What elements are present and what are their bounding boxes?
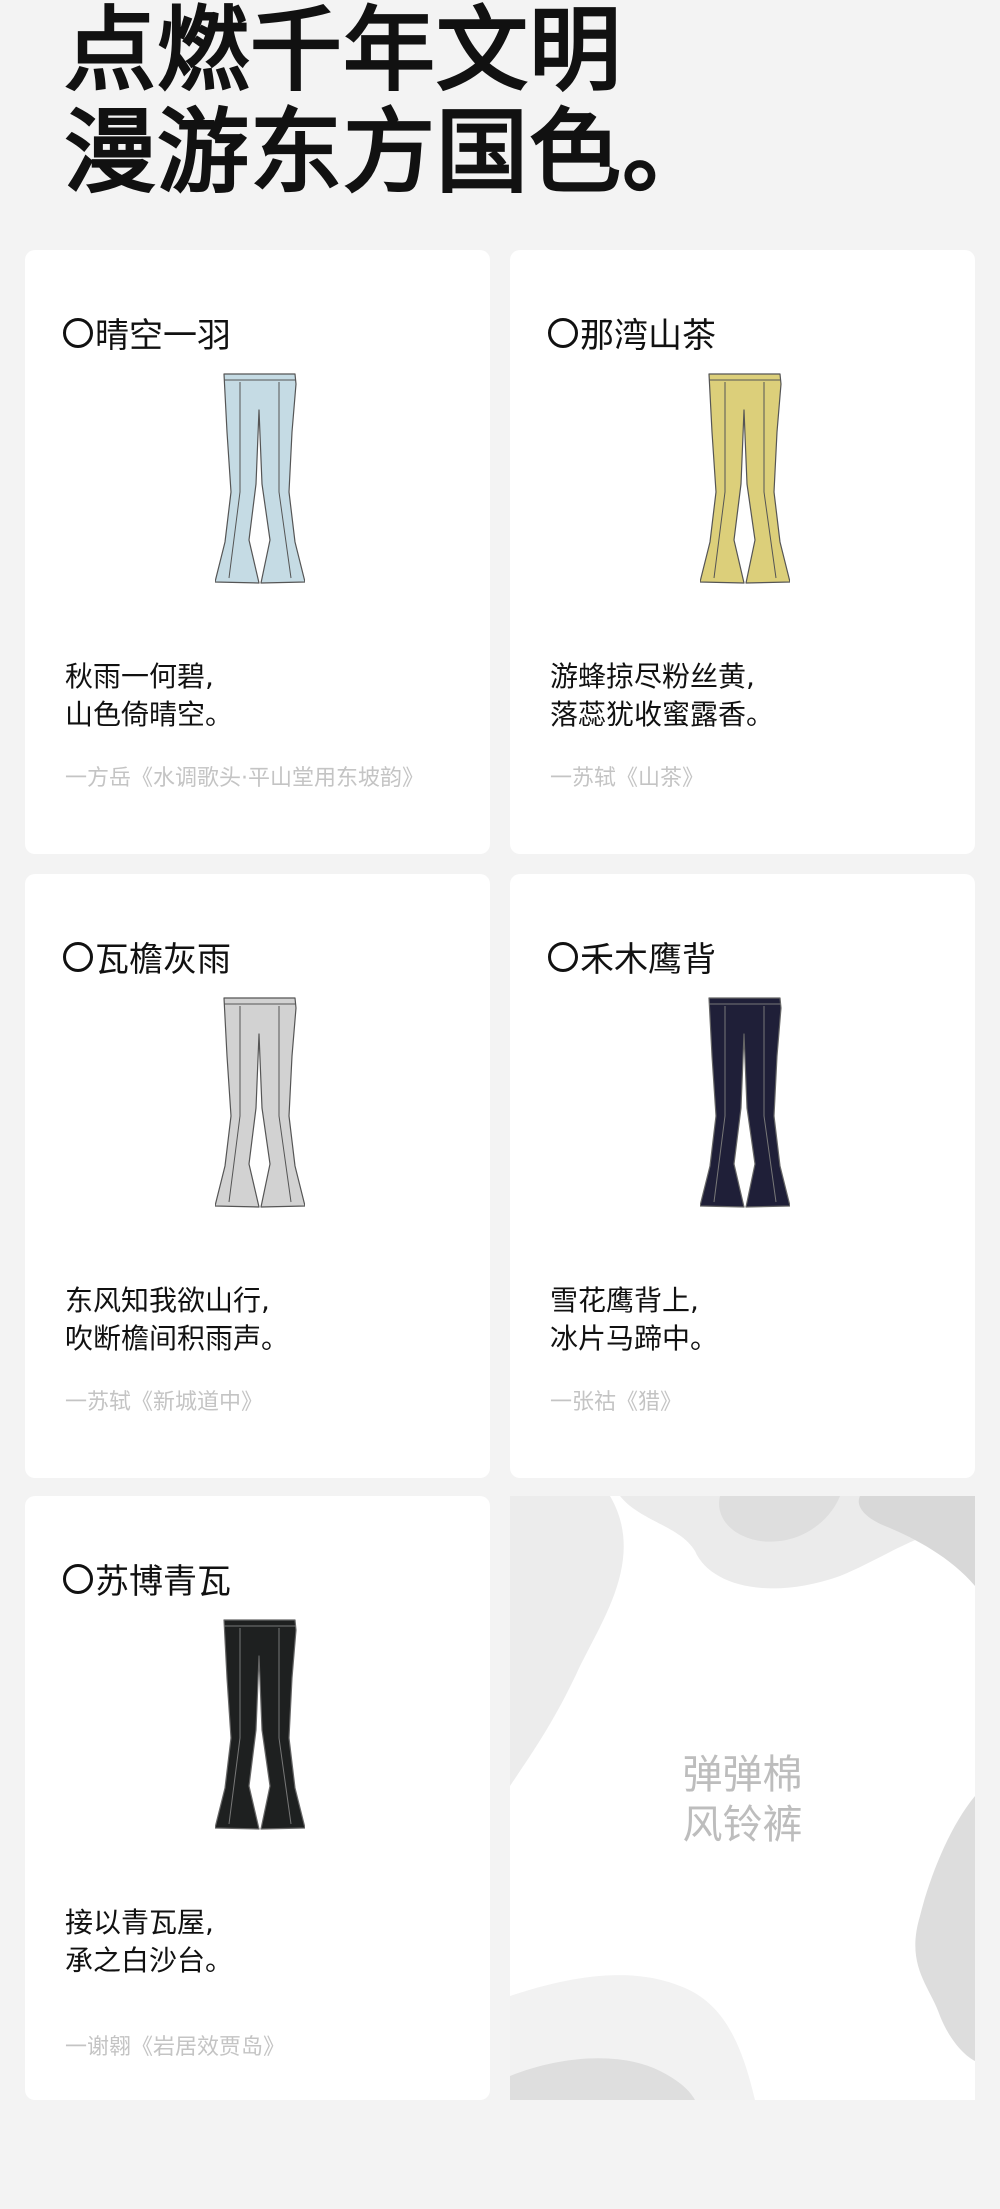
- poem-source: 一方岳《水调歌头·平山堂用东坡韵》: [65, 766, 424, 791]
- color-name: 瓦檐灰雨: [63, 932, 231, 981]
- poem: 东风知我欲山行, 吹断檐间积雨声。: [65, 1282, 289, 1358]
- color-name-text: 禾木鹰背: [580, 940, 716, 980]
- product-name: 弹弹棉 风铃裤: [510, 1750, 975, 1850]
- headline-line-1: 点燃千年文明: [64, 0, 623, 104]
- poem-source: 一谢翱《岩居效贾岛》: [65, 2035, 286, 2060]
- poem-line-2: 吹断檐间积雨声。: [65, 1322, 290, 1355]
- circle-icon: [63, 1563, 93, 1594]
- poem-source: 一张祜《猎》: [550, 1390, 683, 1415]
- circle-icon: [63, 941, 93, 972]
- poem-line-1: 游蜂掠尽粉丝黄,: [550, 660, 755, 693]
- color-name-text: 晴空一羽: [95, 316, 231, 356]
- color-card-4[interactable]: 禾木鹰背 雪花鹰背上, 冰片马蹄中。 一张祜《猎》: [510, 874, 975, 1478]
- color-name: 那湾山茶: [548, 308, 716, 357]
- circle-icon: [548, 941, 578, 972]
- color-name-text: 那湾山茶: [580, 316, 716, 356]
- circle-icon: [548, 317, 578, 348]
- poem-line-2: 冰片马蹄中。: [550, 1322, 719, 1355]
- flare-pants-icon: [215, 997, 305, 1208]
- poem-line-2: 落蕊犹收蜜露香。: [550, 698, 775, 731]
- product-name-line-1: 弹弹棉: [682, 1752, 803, 1798]
- product-promo-tile: 弹弹棉 风铃裤: [510, 1496, 975, 2100]
- color-name: 禾木鹰背: [548, 932, 716, 981]
- poem-line-2: 承之白沙台。: [65, 1944, 234, 1977]
- circle-icon: [63, 317, 93, 348]
- color-card-1[interactable]: 晴空一羽 秋雨一何碧, 山色倚晴空。 一方岳《水调歌头·平山堂用东坡韵》: [25, 250, 490, 854]
- flare-pants-icon: [215, 1619, 305, 1830]
- poem-line-1: 秋雨一何碧,: [65, 660, 214, 693]
- flare-pants-icon: [700, 997, 790, 1208]
- poem-source: 一苏轼《新城道中》: [65, 1390, 264, 1415]
- flare-pants-icon: [700, 373, 790, 584]
- color-card-2[interactable]: 那湾山茶 游蜂掠尽粉丝黄, 落蕊犹收蜜露香。 一苏轼《山茶》: [510, 250, 975, 854]
- poem: 接以青瓦屋, 承之白沙台。: [65, 1904, 233, 1980]
- poem-line-1: 雪花鹰背上,: [550, 1284, 699, 1317]
- headline: 点燃千年文明 漫游东方国色。: [64, 0, 715, 204]
- poem: 雪花鹰背上, 冰片马蹄中。: [550, 1282, 718, 1358]
- poem-line-1: 东风知我欲山行,: [65, 1284, 270, 1317]
- product-name-line-2: 风铃裤: [682, 1802, 803, 1848]
- poem-line-1: 接以青瓦屋,: [65, 1906, 214, 1939]
- poem: 秋雨一何碧, 山色倚晴空。: [65, 658, 233, 734]
- color-name: 苏博青瓦: [63, 1554, 231, 1603]
- poem-line-2: 山色倚晴空。: [65, 698, 234, 731]
- color-card-3[interactable]: 瓦檐灰雨 东风知我欲山行, 吹断檐间积雨声。 一苏轼《新城道中》: [25, 874, 490, 1478]
- poem-source: 一苏轼《山茶》: [550, 766, 705, 791]
- flare-pants-icon: [215, 373, 305, 584]
- color-name: 晴空一羽: [63, 308, 231, 357]
- color-card-5[interactable]: 苏博青瓦 接以青瓦屋, 承之白沙台。 一谢翱《岩居效贾岛》: [25, 1496, 490, 2100]
- color-name-text: 瓦檐灰雨: [95, 940, 231, 980]
- color-name-text: 苏博青瓦: [95, 1562, 231, 1602]
- poem: 游蜂掠尽粉丝黄, 落蕊犹收蜜露香。: [550, 658, 774, 734]
- headline-line-2: 漫游东方国色。: [64, 99, 716, 206]
